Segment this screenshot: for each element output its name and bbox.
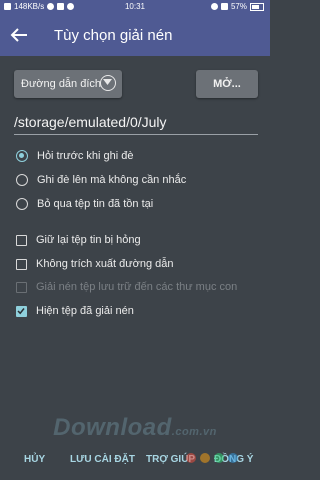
checkbox-no-extract-paths[interactable]: Không trích xuất đường dẫn bbox=[16, 255, 256, 273]
checkbox-checked[interactable] bbox=[16, 305, 27, 317]
dot-orange bbox=[200, 453, 210, 463]
status-bar-right: 57% bbox=[210, 2, 264, 11]
alarm-icon bbox=[210, 3, 218, 10]
app-bar: Tùy chọn giải nén bbox=[0, 14, 270, 56]
checkbox[interactable] bbox=[16, 258, 27, 270]
watermark-dots bbox=[186, 453, 238, 463]
radio-button-selected[interactable] bbox=[16, 150, 28, 162]
cancel-button[interactable]: HỦY bbox=[24, 454, 45, 465]
radio-ask-before-overwrite[interactable]: Hỏi trước khi ghi đè bbox=[16, 147, 256, 165]
page-title: Tùy chọn giải nén bbox=[54, 27, 173, 44]
path-value: /storage/emulated/0/July bbox=[14, 114, 167, 130]
checkbox-extract-to-subfolders: Giải nén tệp lưu trữ đến các thư mục con bbox=[16, 278, 256, 296]
option-label: Ghi đè lên mà không cần nhắc bbox=[37, 174, 187, 186]
check-icon bbox=[17, 307, 25, 314]
watermark-suffix: .com.vn bbox=[171, 426, 217, 438]
watermark-logo: Download.com.vn bbox=[0, 414, 270, 442]
option-label: Giải nén tệp lưu trữ đến các thư mục con bbox=[36, 281, 238, 293]
radio-button[interactable] bbox=[16, 174, 28, 186]
option-label: Không trích xuất đường dẫn bbox=[36, 258, 174, 270]
destination-dropdown[interactable]: Đường dẫn đích bbox=[14, 70, 122, 98]
radio-button[interactable] bbox=[16, 198, 28, 210]
back-button[interactable] bbox=[10, 27, 28, 43]
option-label: Hỏi trước khi ghi đè bbox=[37, 150, 134, 162]
battery-icon bbox=[250, 2, 264, 11]
open-button[interactable]: MỞ... bbox=[196, 70, 258, 98]
checkbox-show-extracted-files[interactable]: Hiện tệp đã giải nén bbox=[16, 302, 256, 320]
radio-overwrite-without-prompt[interactable]: Ghi đè lên mà không cần nhắc bbox=[16, 171, 256, 189]
battery-percent: 57% bbox=[230, 2, 247, 11]
option-label: Giữ lại tệp tin bị hỏng bbox=[36, 234, 141, 246]
dot-green bbox=[214, 453, 224, 463]
checkbox-disabled bbox=[16, 281, 27, 293]
wifi-icon bbox=[220, 3, 228, 10]
path-input[interactable]: /storage/emulated/0/July bbox=[14, 112, 258, 135]
option-label: Hiện tệp đã giải nén bbox=[36, 305, 134, 317]
checkbox-keep-broken-files[interactable]: Giữ lại tệp tin bị hỏng bbox=[16, 231, 256, 249]
option-label: Bỏ qua tệp tin đã tồn tại bbox=[37, 198, 154, 210]
dot-blue bbox=[228, 453, 238, 463]
watermark-main: Download bbox=[53, 414, 172, 441]
status-bar: 148KB/s 10:31 57% bbox=[0, 0, 270, 14]
chevron-down-icon bbox=[100, 75, 116, 91]
arrow-left-icon bbox=[10, 28, 27, 42]
destination-label: Đường dẫn đích bbox=[21, 78, 102, 90]
radio-skip-existing[interactable]: Bỏ qua tệp tin đã tồn tại bbox=[16, 195, 256, 213]
save-settings-button[interactable]: LƯU CÀI ĐẶT bbox=[70, 454, 135, 465]
checkbox[interactable] bbox=[16, 234, 27, 246]
dot-red bbox=[186, 453, 196, 463]
